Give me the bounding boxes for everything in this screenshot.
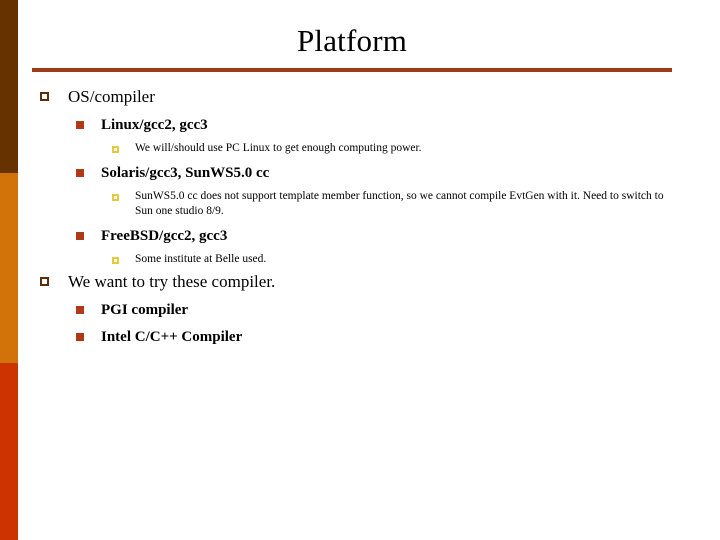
outline-item-solaris: Solaris/gcc3, SunWS5.0 cc [76,163,688,183]
outline-item-label: FreeBSD/gcc2, gcc3 [101,228,228,244]
filled-square-bullet-icon [76,169,84,177]
hollow-square-small-bullet-icon [112,257,119,264]
outline-item-label: We want to try these compiler. [68,272,276,291]
sidebar-band-orange [0,173,18,363]
outline-item-os-compiler: OS/compiler [40,86,688,108]
hollow-square-small-bullet-icon [112,194,119,201]
outline-item-label: OS/compiler [68,87,155,106]
outline-detail-linux-note: We will/should use PC Linux to get enoug… [112,141,688,156]
hollow-square-bullet-icon [40,92,49,101]
outline-item-freebsd: FreeBSD/gcc2, gcc3 [76,226,688,246]
slide-canvas: Platform OS/compiler Linux/gcc2, gcc3 We… [0,0,720,540]
outline-detail-freebsd-note: Some institute at Belle used. [112,252,688,267]
outline-detail-text: SunWS5.0 cc does not support template me… [135,190,664,217]
sidebar-band-dark-brown [0,0,18,173]
page-title: Platform [296,23,408,58]
outline-detail-text: Some institute at Belle used. [135,253,267,265]
filled-square-bullet-icon [76,306,84,314]
title-underline-rule [32,68,672,72]
title-area: Platform [32,18,672,70]
hollow-square-bullet-icon [40,277,49,286]
outline-item-label: Solaris/gcc3, SunWS5.0 cc [101,165,270,181]
outline-item-label: PGI compiler [101,302,189,318]
outline-item-linux: Linux/gcc2, gcc3 [76,115,688,135]
filled-square-bullet-icon [76,232,84,240]
outline-detail-solaris-note: SunWS5.0 cc does not support template me… [112,189,688,219]
outline-item-try-compilers: We want to try these compiler. [40,271,688,293]
outline-item-label: Linux/gcc2, gcc3 [101,117,208,133]
outline-body: OS/compiler Linux/gcc2, gcc3 We will/sho… [40,86,688,347]
filled-square-bullet-icon [76,333,84,341]
outline-item-label: Intel C/C++ Compiler [101,329,243,345]
outline-item-intel: Intel C/C++ Compiler [76,327,688,347]
hollow-square-small-bullet-icon [112,146,119,153]
outline-detail-text: We will/should use PC Linux to get enoug… [135,142,422,154]
outline-item-pgi: PGI compiler [76,300,688,320]
sidebar-band-red-orange [0,363,18,540]
decorative-sidebar [0,0,18,540]
filled-square-bullet-icon [76,121,84,129]
